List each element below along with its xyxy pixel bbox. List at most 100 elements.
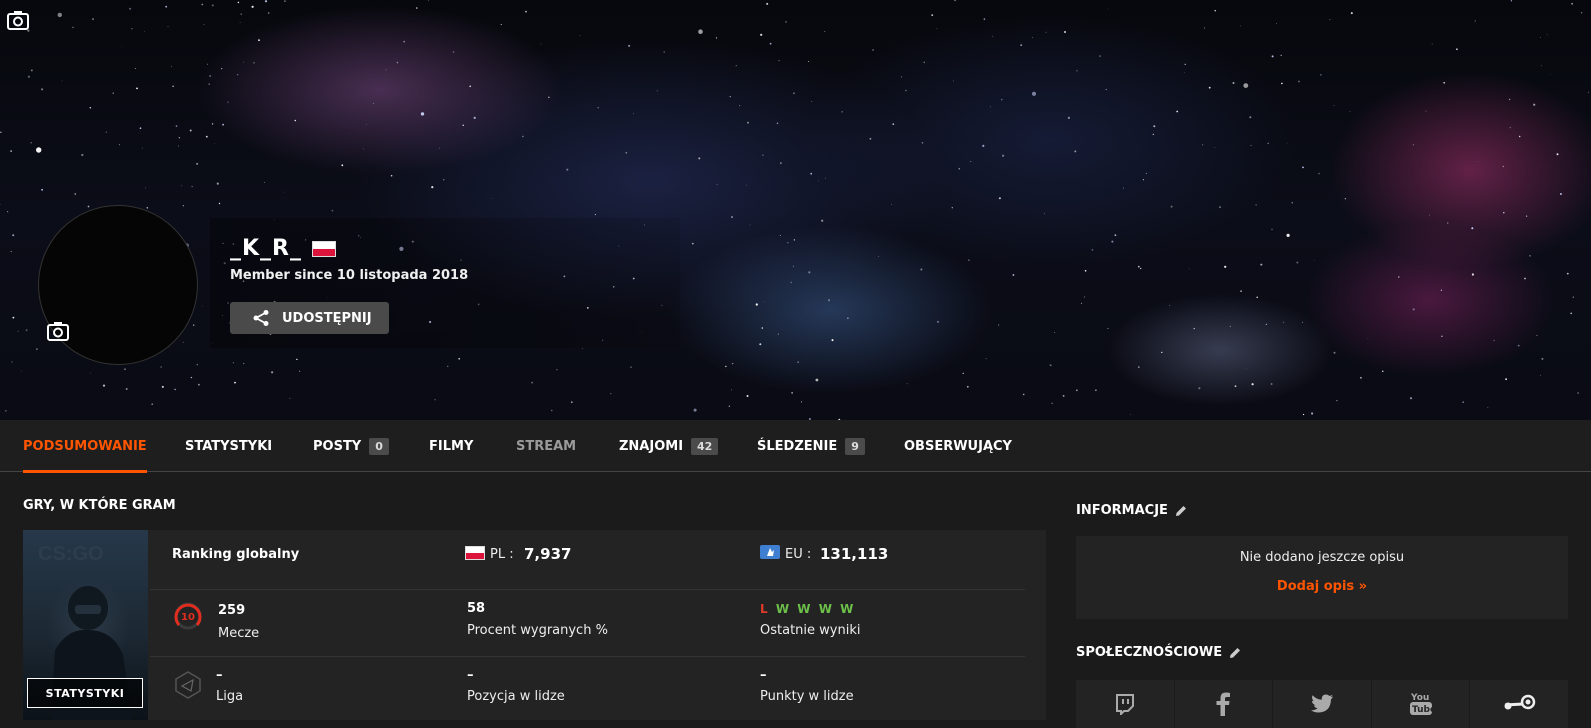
star <box>1286 142 1288 144</box>
star <box>452 51 455 53</box>
star <box>87 205 90 208</box>
star <box>1447 222 1449 224</box>
position-label: Pozycja w lidze <box>467 689 565 704</box>
tab-label: PODSUMOWANIE <box>23 438 147 454</box>
star <box>1153 125 1156 128</box>
star <box>0 204 1 205</box>
tab-sledzenie[interactable]: ŚLEDZENIE 9 <box>757 420 865 472</box>
edit-pencil-icon[interactable] <box>1228 646 1242 660</box>
twitch-link[interactable] <box>1076 680 1175 728</box>
star <box>1243 83 1249 88</box>
star <box>1084 270 1087 272</box>
star <box>1202 144 1204 146</box>
star <box>937 320 939 323</box>
poland-flag-icon <box>465 546 485 560</box>
star <box>258 39 260 42</box>
tab-obserwujacy[interactable]: OBSERWUJĄCY <box>904 420 1012 472</box>
star <box>181 185 182 187</box>
star <box>790 281 792 284</box>
star <box>263 181 265 183</box>
username: _K_R_ <box>230 236 336 261</box>
steam-link[interactable] <box>1470 680 1568 728</box>
tab-label: POSTY <box>313 438 362 454</box>
star <box>207 63 208 65</box>
tab-stream[interactable]: STREAM <box>516 420 576 472</box>
star <box>1224 265 1227 268</box>
star <box>1566 272 1569 275</box>
change-avatar-camera-icon[interactable] <box>47 321 69 341</box>
star <box>735 65 737 67</box>
tab-statystyki[interactable]: STATYSTYKI <box>185 420 272 472</box>
twitter-link[interactable] <box>1273 680 1372 728</box>
star <box>1333 351 1336 354</box>
star <box>962 372 964 374</box>
info-box: Nie dodano jeszcze opisu Dodaj opis » <box>1076 536 1568 619</box>
change-banner-camera-icon[interactable] <box>7 10 29 30</box>
star <box>716 184 718 185</box>
star <box>936 28 938 29</box>
star <box>102 384 106 387</box>
tab-filmy[interactable]: FILMY <box>429 420 473 472</box>
star <box>182 341 184 343</box>
star <box>390 174 393 177</box>
username-text: _K_R_ <box>230 236 302 261</box>
tab-posty[interactable]: POSTY 0 <box>313 420 389 472</box>
star <box>522 135 524 138</box>
star <box>1161 351 1163 354</box>
star <box>1107 328 1109 329</box>
share-button[interactable]: UDOSTĘPNIJ <box>230 302 389 334</box>
star <box>222 123 225 126</box>
star <box>1114 234 1117 237</box>
star <box>1540 65 1542 67</box>
star <box>766 2 769 5</box>
star <box>1509 126 1512 129</box>
star <box>1570 312 1573 315</box>
star <box>145 187 147 189</box>
star <box>105 131 107 133</box>
star <box>1138 366 1140 368</box>
star <box>1022 393 1025 396</box>
star <box>1314 260 1315 261</box>
star <box>218 202 221 205</box>
star <box>17 330 19 332</box>
matches-label: Mecze <box>218 626 260 641</box>
youtube-link[interactable]: You Tube <box>1372 680 1471 728</box>
star <box>473 116 476 119</box>
star <box>1062 395 1065 397</box>
star <box>1533 103 1536 106</box>
star <box>831 339 834 342</box>
result-loss: L <box>760 602 770 616</box>
star <box>1519 135 1521 138</box>
game-cover[interactable]: CS:GO STATYSTYKI <box>23 530 148 720</box>
star <box>1250 144 1252 146</box>
star <box>500 24 502 25</box>
star <box>202 305 203 307</box>
star <box>1137 265 1140 268</box>
star <box>193 324 195 326</box>
pl-rank: 7,937 <box>524 545 572 563</box>
star <box>1409 397 1413 400</box>
star <box>731 389 732 391</box>
star <box>189 129 192 132</box>
member-since: Member since 10 listopada 2018 <box>230 268 469 283</box>
star <box>1440 289 1442 291</box>
star <box>1095 389 1097 391</box>
star <box>211 4 214 7</box>
star <box>878 256 880 257</box>
star <box>778 60 780 62</box>
tab-znajomi[interactable]: ZNAJOMI 42 <box>619 420 719 472</box>
facebook-link[interactable] <box>1175 680 1274 728</box>
star <box>112 92 114 94</box>
cover-label: STATYSTYKI <box>27 678 143 708</box>
star <box>182 205 185 207</box>
star <box>841 111 843 113</box>
star <box>810 172 813 175</box>
star <box>1276 23 1278 25</box>
star <box>167 26 169 28</box>
star <box>920 268 923 271</box>
edit-pencil-icon[interactable] <box>1174 504 1188 518</box>
add-description-link[interactable]: Dodaj opis » <box>1076 579 1568 594</box>
tab-podsumowanie[interactable]: PODSUMOWANIE <box>23 420 147 473</box>
star <box>1080 302 1083 304</box>
star <box>1471 273 1474 276</box>
